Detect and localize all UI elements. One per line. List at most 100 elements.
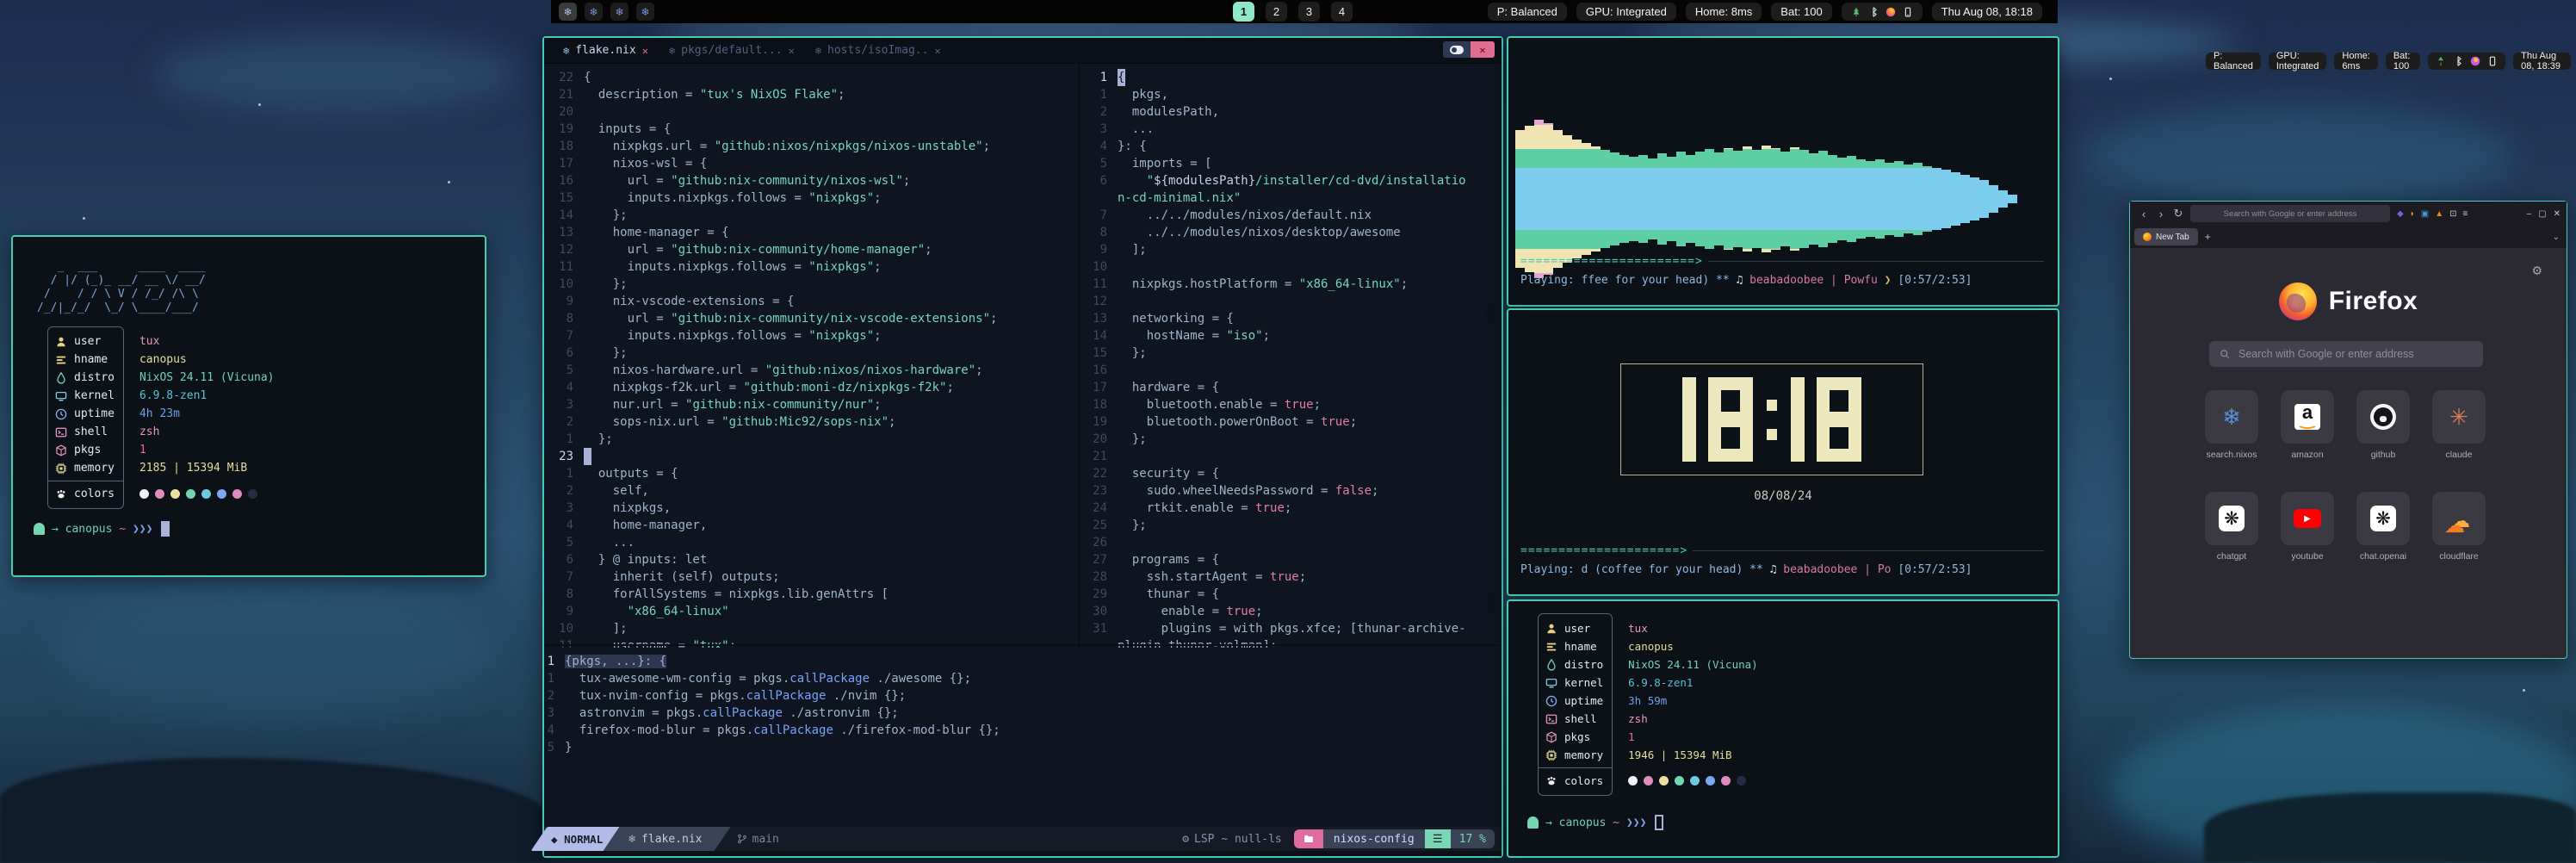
close-buffer-icon[interactable]: ✕	[934, 45, 940, 57]
tasklist-client-icon[interactable]: ❄	[610, 3, 629, 21]
code-line[interactable]: 14 hostName = "iso";	[1080, 327, 1500, 345]
back-button[interactable]: ‹	[2135, 208, 2152, 220]
code-line[interactable]: 19 inputs = {	[544, 121, 1076, 138]
shortcut-github[interactable]: github	[2356, 390, 2410, 464]
code-line[interactable]: 23 sudo.wheelNeedsPassword = false;	[1080, 482, 1500, 500]
shortcut-cloudflare[interactable]: ☁☁cloudflare	[2432, 492, 2486, 566]
metamask-fox-icon[interactable]: ▲	[2435, 209, 2443, 219]
code-line[interactable]: 24 rtkit.enable = true;	[1080, 500, 1500, 517]
code-line[interactable]: 1 pkgs,	[1080, 86, 1500, 103]
code-line[interactable]: 22 security = {	[1080, 465, 1500, 482]
code-line[interactable]: 19 bluetooth.powerOnBoot = true;	[1080, 413, 1500, 431]
tasklist-client-icon[interactable]: ❄	[559, 3, 577, 21]
firefox-window[interactable]: ‹ › ↻ Search with Google or enter addres…	[2129, 201, 2567, 659]
code-line[interactable]: 28 ssh.startAgent = true;	[1080, 568, 1500, 586]
extension-icon[interactable]: ◆	[2397, 209, 2404, 219]
code-line[interactable]: 22{	[544, 69, 1076, 86]
forward-button[interactable]: ›	[2152, 208, 2170, 220]
tab-new-tab[interactable]: New Tab	[2134, 228, 2198, 245]
code-line[interactable]: 2 sops-nix.url = "github:Mic92/sops-nix"…	[544, 413, 1076, 431]
code-line[interactable]: 20 };	[1080, 431, 1500, 448]
editor-pane-flake-nix[interactable]: 22{21 description = "tux's NixOS Flake";…	[544, 64, 1076, 648]
extension-icon[interactable]: ▣	[2421, 209, 2429, 219]
code-line[interactable]: 10 ];	[544, 620, 1076, 637]
code-line[interactable]: 29 thunar = {	[1080, 586, 1500, 603]
code-line[interactable]: 8 forAllSystems = nixpkgs.lib.genAttrs [	[544, 586, 1076, 603]
code-line[interactable]: 13 home-manager = {	[544, 224, 1076, 241]
code-line[interactable]: 14 };	[544, 207, 1076, 224]
code-line[interactable]: 4}: {	[1080, 138, 1500, 155]
code-line[interactable]: 17 nixos-wsl = {	[544, 155, 1076, 172]
code-line[interactable]: 27 programs = {	[1080, 551, 1500, 568]
code-line[interactable]: 1 outputs = {	[544, 465, 1076, 482]
code-line[interactable]: 1 tux-awesome-wm-config = pkgs.callPacka…	[544, 670, 1498, 687]
code-line[interactable]: 4 nixpkgs-f2k.url = "github:moni-dz/nixp…	[544, 379, 1076, 396]
code-line[interactable]: 1 };	[544, 431, 1076, 448]
terminal-window-clock[interactable]: 08/08/24 =====================> Playing:…	[1507, 308, 2059, 596]
sidebar-icon[interactable]: ⊡	[2449, 209, 2456, 219]
code-line[interactable]: 11 inputs.nixpkgs.follows = "nixpkgs";	[544, 258, 1076, 276]
code-line[interactable]: 7 inputs.nixpkgs.follows = "nixpkgs";	[544, 327, 1076, 345]
code-line[interactable]: 18 nixpkgs.url = "github:nixos/nixpkgs/n…	[544, 138, 1076, 155]
workspace-tag-1[interactable]: 1	[1233, 2, 1254, 22]
shortcut-amazon[interactable]: aamazon	[2281, 390, 2334, 464]
shortcut-chatgpt[interactable]: ❋chatgpt	[2205, 492, 2258, 566]
code-line[interactable]: 5 imports = [	[1080, 155, 1500, 172]
buffer-tab-pkgs-default[interactable]: ❄ pkgs/default... ✕	[659, 38, 805, 63]
code-line[interactable]: 12 url = "github:nix-community/home-mana…	[544, 241, 1076, 258]
code-line[interactable]: 18 bluetooth.enable = true;	[1080, 396, 1500, 413]
code-line[interactable]: 16 url = "github:nix-community/nixos-wsl…	[544, 172, 1076, 189]
code-line[interactable]: 11 nixpkgs.hostPlatform = "x86_64-linux"…	[1080, 276, 1500, 293]
code-line[interactable]: 3 astronvim = pkgs.callPackage ./astronv…	[544, 705, 1498, 722]
code-line[interactable]: 9 ];	[1080, 241, 1500, 258]
editor-pane-pkgs-default[interactable]: 1{pkgs, ...}: {1 tux-awesome-wm-config =…	[544, 644, 1498, 835]
toggle-button[interactable]	[1443, 41, 1471, 58]
shell-prompt[interactable]: → canopus ~ ❯❯❯	[34, 521, 170, 537]
code-line[interactable]: 3 nur.url = "github:nix-community/nur";	[544, 396, 1076, 413]
terminal-window-fastfetch-right[interactable]: userhnamedistrokerneluptimeshellpkgsmemo…	[1507, 599, 2059, 858]
code-line[interactable]: 2 self,	[544, 482, 1076, 500]
shell-prompt[interactable]: → canopus ~ ❯❯❯	[1527, 815, 1663, 830]
code-line[interactable]: 2 tux-nvim-config = pkgs.callPackage ./n…	[544, 687, 1498, 705]
code-line[interactable]: 30 enable = true;	[1080, 603, 1500, 620]
menu-hamburger-icon[interactable]: ≡	[2463, 209, 2468, 219]
tasklist-client-icon[interactable]: ❄	[585, 3, 603, 21]
reload-button[interactable]: ↻	[2170, 207, 2187, 220]
command-line[interactable]	[544, 851, 1502, 856]
code-line[interactable]: 8 ../../modules/nixos/desktop/awesome	[1080, 224, 1500, 241]
code-line[interactable]: 6 "${modulesPath}/installer/cd-dvd/insta…	[1080, 172, 1500, 189]
code-line[interactable]: 2 modulesPath,	[1080, 103, 1500, 121]
code-line[interactable]: 21 description = "tux's NixOS Flake";	[544, 86, 1076, 103]
terminal-window-fastfetch-left[interactable]: _ ___ ____ ____ / |/ (_)_ __/ __ \/ __/ …	[11, 235, 486, 577]
code-line[interactable]: 13 networking = {	[1080, 310, 1500, 327]
code-line[interactable]: 9 "x86_64-linux"	[544, 603, 1076, 620]
workspace-tag-4[interactable]: 4	[1331, 2, 1353, 22]
code-line[interactable]: 8 url = "github:nix-community/nix-vscode…	[544, 310, 1076, 327]
code-line[interactable]: 4 firefox-mod-blur = pkgs.callPackage ./…	[544, 722, 1498, 739]
personalize-gear-icon[interactable]: ⚙	[2531, 264, 2542, 278]
code-line[interactable]: 5 nixos-hardware.url = "github:nixos/nix…	[544, 362, 1076, 379]
close-buffer-icon[interactable]: ✕	[789, 45, 795, 57]
workspace-tag-3[interactable]: 3	[1298, 2, 1320, 22]
newtab-search-bar[interactable]: Search with Google or enter address	[2209, 341, 2483, 367]
code-line[interactable]: n-cd-minimal.nix"	[1080, 189, 1500, 207]
terminal-window-visualizer[interactable]: =======================> Playing: ffee f…	[1507, 36, 2059, 307]
editor-pane-isoimage[interactable]: 1{1 pkgs,2 modulesPath,3 ...4}: {5 impor…	[1078, 64, 1500, 648]
shortcut-search.nixos[interactable]: ❄search.nixos	[2205, 390, 2258, 464]
code-line[interactable]: 15 };	[1080, 345, 1500, 362]
tray-icons[interactable]	[2428, 53, 2505, 70]
code-line[interactable]: 1{	[1080, 69, 1500, 86]
code-line[interactable]: 20	[544, 103, 1076, 121]
new-tab-button[interactable]: +	[2205, 231, 2211, 243]
close-button[interactable]: ✕	[2554, 209, 2561, 219]
code-line[interactable]: 9 nix-vscode-extensions = {	[544, 293, 1076, 310]
tasklist-client-icon[interactable]: ❄	[636, 3, 654, 21]
code-line[interactable]: 6 };	[544, 345, 1076, 362]
tray-icons[interactable]	[1842, 3, 1923, 21]
tab-list-chevron-icon[interactable]: ⌄	[2553, 233, 2560, 242]
code-line[interactable]: 10 };	[544, 276, 1076, 293]
code-line[interactable]: 5}	[544, 739, 1498, 756]
neovim-window[interactable]: ❄ flake.nix ✕ ❄ pkgs/default... ✕ ❄ host…	[542, 36, 1503, 858]
code-line[interactable]: 10	[1080, 258, 1500, 276]
url-bar[interactable]: Search with Google or enter address	[2190, 205, 2390, 222]
